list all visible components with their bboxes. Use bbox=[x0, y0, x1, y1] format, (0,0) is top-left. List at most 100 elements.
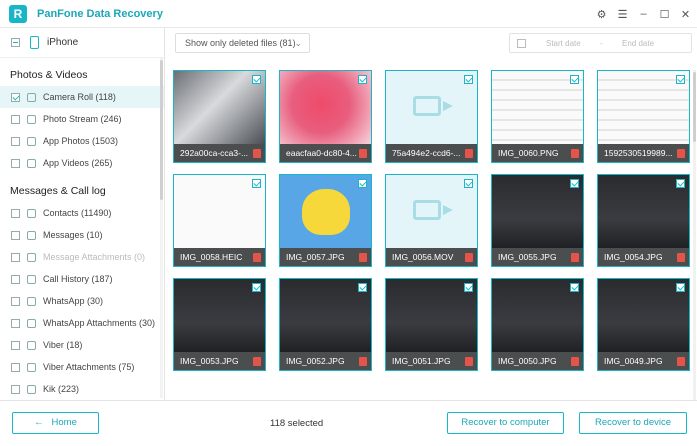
item-checkbox[interactable] bbox=[11, 92, 20, 102]
recover-to-computer-button[interactable]: Recover to computer bbox=[447, 412, 564, 434]
item-checkbox[interactable] bbox=[11, 230, 20, 240]
recover-to-device-button[interactable]: Recover to device bbox=[579, 412, 687, 434]
sidebar-item[interactable]: Contacts (11490) bbox=[0, 202, 164, 224]
attachment-icon bbox=[27, 252, 36, 262]
phone-icon bbox=[27, 274, 36, 284]
file-thumbnail[interactable]: IMG_0050.JPG bbox=[491, 278, 584, 371]
thumbnail-checkbox[interactable] bbox=[464, 179, 473, 188]
item-checkbox[interactable] bbox=[11, 362, 20, 372]
thumbnail-checkbox[interactable] bbox=[358, 283, 367, 292]
device-row[interactable]: iPhone bbox=[0, 28, 164, 58]
hamburger-icon[interactable]: ☰ bbox=[613, 8, 632, 21]
maximize-icon[interactable]: ☐ bbox=[655, 8, 674, 21]
sidebar-item[interactable]: Message Attachments (0) bbox=[0, 246, 164, 268]
file-thumbnail[interactable]: IMG_0055.JPG bbox=[491, 174, 584, 267]
phone-icon bbox=[30, 36, 39, 49]
file-thumbnail[interactable]: 1592530519989... bbox=[597, 70, 690, 163]
date-range[interactable]: Start date - End date bbox=[509, 33, 692, 53]
file-thumbnail[interactable]: IMG_0056.MOV bbox=[385, 174, 478, 267]
file-name: 75a494e2-ccd6-... bbox=[386, 144, 477, 162]
file-name: 1592530519989... bbox=[598, 144, 689, 162]
sidebar-item[interactable]: Viber (18) bbox=[0, 334, 164, 356]
file-name: IMG_0049.JPG bbox=[598, 352, 689, 370]
trash-icon bbox=[359, 253, 367, 262]
item-checkbox[interactable] bbox=[11, 296, 20, 306]
app-logo: R bbox=[9, 4, 27, 23]
file-thumbnail[interactable]: IMG_0054.JPG bbox=[597, 174, 690, 267]
sidebar-item[interactable]: Call History (187) bbox=[0, 268, 164, 290]
date-separator: - bbox=[600, 39, 603, 48]
thumbnail-checkbox[interactable] bbox=[570, 283, 579, 292]
sidebar-item[interactable]: WhatsApp Attachments (30) bbox=[0, 312, 164, 334]
close-icon[interactable]: ✕ bbox=[676, 8, 695, 21]
trash-icon bbox=[465, 253, 473, 262]
file-thumbnail[interactable]: 292a00ca-cca3-... bbox=[173, 70, 266, 163]
sidebar-item[interactable]: Camera Roll (118) bbox=[0, 86, 164, 108]
sidebar-item[interactable]: App Photos (1503) bbox=[0, 130, 164, 152]
paperclip-icon bbox=[27, 362, 36, 372]
message-icon bbox=[27, 230, 36, 240]
start-date-field[interactable]: Start date bbox=[546, 39, 581, 48]
thumbnail-checkbox[interactable] bbox=[358, 75, 367, 84]
file-thumbnail[interactable]: IMG_0060.PNG bbox=[491, 70, 584, 163]
thumbnail-checkbox[interactable] bbox=[570, 75, 579, 84]
file-name: IMG_0054.JPG bbox=[598, 248, 689, 266]
whatsapp-icon bbox=[27, 296, 36, 306]
file-thumbnail[interactable]: IMG_0057.JPG bbox=[279, 174, 372, 267]
thumbnail-checkbox[interactable] bbox=[464, 283, 473, 292]
gear-icon[interactable]: ⚙ bbox=[592, 8, 611, 21]
thumbnail-checkbox[interactable] bbox=[252, 179, 261, 188]
minimize-icon[interactable]: – bbox=[634, 8, 653, 20]
file-thumbnail[interactable]: IMG_0051.JPG bbox=[385, 278, 478, 371]
selected-count: 118 selected bbox=[270, 418, 324, 429]
trash-icon bbox=[677, 253, 685, 262]
item-checkbox[interactable] bbox=[11, 274, 20, 284]
trash-icon bbox=[571, 253, 579, 262]
item-checkbox[interactable] bbox=[11, 340, 20, 350]
thumbnail-checkbox[interactable] bbox=[676, 75, 685, 84]
chevron-down-icon: ⌄ bbox=[294, 38, 302, 48]
sidebar-item[interactable]: Kik (223) bbox=[0, 378, 164, 400]
file-name: IMG_0055.JPG bbox=[492, 248, 583, 266]
sidebar-item[interactable]: Photo Stream (246) bbox=[0, 108, 164, 130]
sidebar-scroll-thumb[interactable] bbox=[160, 60, 163, 200]
file-thumbnail[interactable]: IMG_0058.HEIC bbox=[173, 174, 266, 267]
thumbnail-checkbox[interactable] bbox=[570, 179, 579, 188]
trash-icon bbox=[465, 357, 473, 366]
file-name: IMG_0051.JPG bbox=[386, 352, 477, 370]
section-title: Messages & Call log bbox=[10, 185, 106, 197]
file-thumbnail[interactable]: IMG_0052.JPG bbox=[279, 278, 372, 371]
thumbnail-checkbox[interactable] bbox=[676, 179, 685, 188]
end-date-field[interactable]: End date bbox=[622, 39, 654, 48]
home-button[interactable]: ← Home bbox=[12, 412, 99, 434]
item-checkbox[interactable] bbox=[11, 318, 20, 328]
device-checkbox[interactable] bbox=[11, 38, 20, 47]
file-thumbnail[interactable]: eaacfaa0-dc80-4... bbox=[279, 70, 372, 163]
thumbnail-checkbox[interactable] bbox=[464, 75, 473, 84]
trash-icon bbox=[359, 357, 367, 366]
thumbnail-checkbox[interactable] bbox=[252, 283, 261, 292]
trash-icon bbox=[677, 149, 685, 158]
sidebar-item-label: Contacts (11490) bbox=[43, 208, 112, 218]
window-controls: ⚙ ☰ – ☐ ✕ bbox=[592, 0, 697, 28]
deleted-filter-dropdown[interactable]: Show only deleted files (81) ⌄ bbox=[175, 33, 310, 53]
item-checkbox[interactable] bbox=[11, 252, 20, 262]
thumbnail-checkbox[interactable] bbox=[252, 75, 261, 84]
file-name: IMG_0057.JPG bbox=[280, 248, 371, 266]
item-checkbox[interactable] bbox=[11, 136, 20, 146]
item-checkbox[interactable] bbox=[11, 208, 20, 218]
thumbnail-checkbox[interactable] bbox=[676, 283, 685, 292]
file-name: eaacfaa0-dc80-4... bbox=[280, 144, 371, 162]
sidebar-item[interactable]: App Videos (265) bbox=[0, 152, 164, 174]
file-thumbnail[interactable]: IMG_0053.JPG bbox=[173, 278, 266, 371]
file-thumbnail[interactable]: IMG_0049.JPG bbox=[597, 278, 690, 371]
sidebar-item[interactable]: WhatsApp (30) bbox=[0, 290, 164, 312]
file-thumbnail[interactable]: 75a494e2-ccd6-... bbox=[385, 70, 478, 163]
sidebar-item[interactable]: Viber Attachments (75) bbox=[0, 356, 164, 378]
thumbnail-checkbox[interactable] bbox=[358, 179, 367, 188]
item-checkbox[interactable] bbox=[11, 158, 20, 168]
sidebar-item[interactable]: Messages (10) bbox=[0, 224, 164, 246]
grid-scroll-thumb[interactable] bbox=[693, 72, 696, 142]
item-checkbox[interactable] bbox=[11, 384, 20, 394]
item-checkbox[interactable] bbox=[11, 114, 20, 124]
